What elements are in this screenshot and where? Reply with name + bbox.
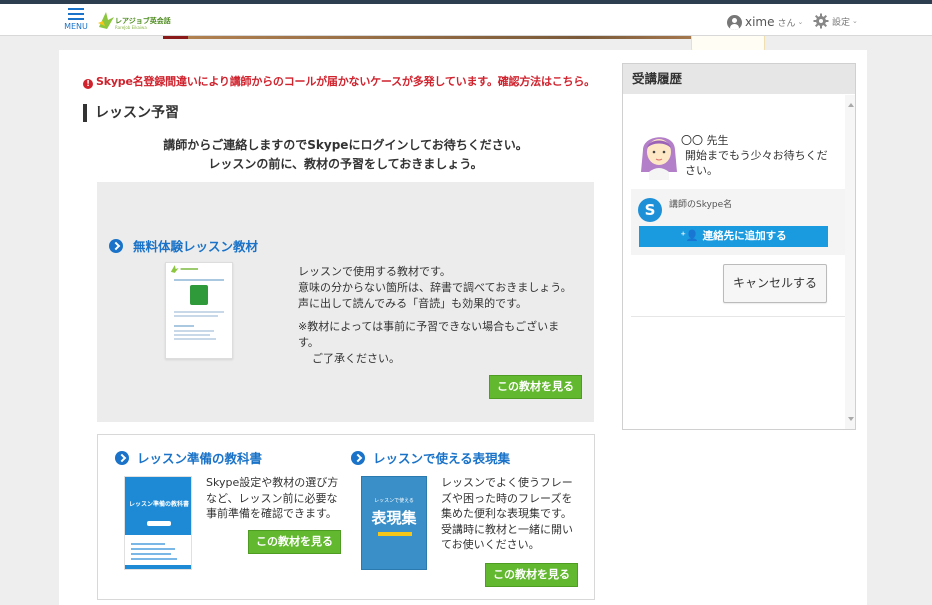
trial-material-note: ※教材によっては事前に予習できない場合もございます。 [298, 320, 560, 349]
hamburger-icon [68, 8, 84, 20]
add-contact-button[interactable]: ⁺👤 連絡先に追加する [639, 226, 828, 247]
thumbnail-line [174, 338, 216, 340]
settings-label: 設定 [832, 17, 851, 28]
thumbnail-line [174, 325, 194, 327]
prep-textbook-title: レッスン準備の教科書 [137, 451, 263, 466]
phrasebook-link[interactable]: レッスンで使える表現集 [351, 448, 510, 467]
cover-line [131, 543, 165, 545]
lesson-history-title: 受講履歴 [623, 64, 855, 94]
view-trial-material-button[interactable]: この教材を見る [489, 375, 582, 399]
book-icon [190, 285, 208, 305]
user-suffix: さん [777, 18, 796, 29]
scroll-down-icon[interactable] [848, 417, 854, 421]
cover-footer [125, 565, 191, 569]
prep-textbook-description: Skype設定や教材の選び方など、レッスン前に必要な事前準備を確認できます。 [206, 476, 339, 520]
scroll-up-icon[interactable] [848, 103, 854, 107]
cover-line [131, 558, 177, 560]
chevron-right-icon [115, 451, 129, 465]
logo[interactable]: レアジョブ英会話 RareJob Eikaiwa [97, 9, 177, 33]
thumbnail-line [174, 279, 224, 281]
lesson-history-panel: 受講履歴 〇〇 先生 開始までもう少々お待ちください。 S 講師のSkype名 … [622, 63, 856, 430]
chevron-down-icon: ⌄ [797, 18, 804, 26]
trial-material-card: 無料体験レッスン教材 レッスンで使用する教材です。 意味の分からない箇所は、辞書… [97, 182, 594, 422]
settings-menu[interactable]: 設定 ⌄ [813, 13, 858, 29]
warning-icon: ! [83, 79, 93, 89]
chevron-right-icon [109, 239, 123, 253]
sidebar-divider [631, 316, 845, 317]
banner-strip [163, 36, 763, 39]
user-avatar-icon [727, 14, 742, 30]
intro-line-1: 講師からご連絡しますのでSkypeにログインしてお待ちください。 [163, 138, 528, 152]
add-user-icon: ⁺👤 [680, 230, 699, 242]
user-name: xime [745, 15, 775, 29]
prep-textbook-cover[interactable]: レッスン準備の教科書 [124, 476, 192, 570]
cover-title: 表現集 [371, 509, 417, 527]
cover-line [131, 548, 175, 550]
logo-leaf-icon [98, 12, 114, 29]
intro-line-2: レッスンの前に、教材の予習をしておきましょう。 [208, 157, 483, 171]
skype-icon: S [638, 198, 662, 222]
teacher-skype-label: 講師のSkype名 [669, 200, 733, 210]
cover-title: レッスン準備の教科書 [128, 501, 189, 508]
thumbnail-line [174, 315, 218, 317]
skype-warning-link[interactable]: ! Skype名登録間違いにより講師からのコールが届かないケースが多発しています。… [83, 73, 595, 89]
cover-badge [147, 521, 171, 526]
menu-button[interactable]: MENU [61, 8, 91, 34]
cover-line [131, 553, 171, 555]
cover-stripe [378, 532, 412, 536]
view-phrasebook-button[interactable]: この教材を見る [485, 563, 578, 587]
intro-text: 講師からご連絡しますのでSkypeにログインしてお待ちください。 レッスンの前に… [97, 136, 594, 174]
sidebar-scrollbar[interactable] [845, 95, 855, 429]
menu-label: MENU [64, 22, 88, 31]
lesson-books-card: レッスン準備の教科書 レッスン準備の教科書 Skype設定や教材の選び方など、レ… [97, 434, 595, 600]
teacher-name: 〇〇 先生 [681, 134, 729, 147]
chevron-right-icon [351, 451, 365, 465]
phrasebook-cover[interactable]: レッスンで使える 表現集 [361, 476, 427, 570]
top-navbar: MENU レアジョブ英会話 RareJob Eikaiwa xime さん ⌄ [0, 4, 932, 36]
chevron-down-icon: ⌄ [852, 17, 858, 25]
phrasebook-description: レッスンでよく使うフレーズや困った時のフレーズを集めた便利な表現集です。受講時に… [441, 476, 573, 551]
trial-material-link[interactable]: 無料体験レッスン教材 [109, 236, 258, 255]
waiting-message: 開始までもう少々お待ちください。 [685, 149, 828, 177]
section-title: レッスン予習 [83, 104, 179, 122]
phrasebook-title: レッスンで使える表現集 [373, 451, 511, 466]
user-menu[interactable]: xime さん ⌄ [727, 13, 803, 31]
view-prep-textbook-button[interactable]: この教材を見る [248, 530, 341, 554]
logo-sub: RareJob Eikaiwa [115, 25, 147, 30]
add-contact-label: 連絡先に追加する [702, 230, 787, 242]
prep-textbook-link[interactable]: レッスン準備の教科書 [115, 448, 262, 467]
cancel-lesson-button[interactable]: キャンセルする [723, 264, 827, 303]
thumbnail-line [174, 334, 210, 336]
thumbnail-logo-icon [170, 265, 199, 273]
trial-material-thumbnail[interactable] [165, 262, 233, 359]
thumbnail-line [174, 311, 224, 313]
teacher-skype-box: S 講師のSkype名 ⁺👤 連絡先に追加する [631, 189, 845, 255]
teacher-avatar [641, 137, 677, 180]
thumbnail-line [174, 330, 214, 332]
trial-material-note-2: ご了承ください。 [312, 352, 400, 365]
warning-text: Skype名登録間違いにより講師からのコールが届かないケースが多発しています。確… [96, 75, 595, 88]
trial-material-title: 無料体験レッスン教材 [133, 239, 259, 254]
cover-subtitle: レッスンで使える [374, 498, 414, 504]
trial-material-description: レッスンで使用する教材です。 意味の分からない箇所は、辞書で調べておきましょう。… [298, 265, 572, 310]
gear-icon [813, 13, 829, 29]
